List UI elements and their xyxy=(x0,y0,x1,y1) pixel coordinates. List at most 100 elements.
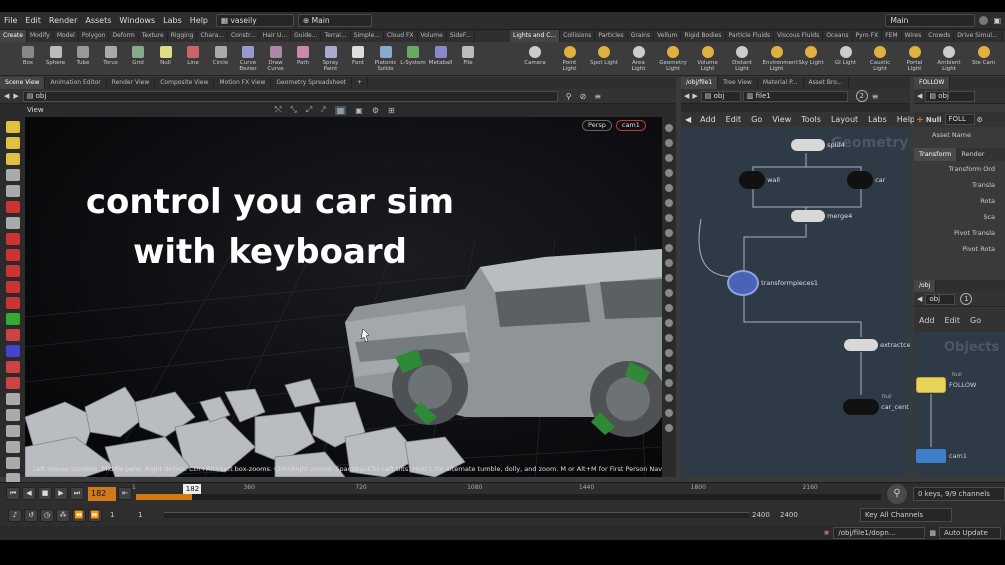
objects-menu-add[interactable]: Add xyxy=(914,316,940,325)
snapshot-icon[interactable] xyxy=(5,393,20,405)
shelf-tool-null[interactable]: Null xyxy=(152,42,180,76)
shelf-tool-environment-light[interactable]: Environment Light xyxy=(763,42,798,76)
network-menu-add[interactable]: Add xyxy=(695,115,721,124)
range-start-field[interactable]: 1 xyxy=(110,511,138,519)
viewport-camera-a-icon[interactable] xyxy=(665,124,673,132)
stop-button[interactable]: ■ xyxy=(38,487,52,500)
view-b-icon[interactable] xyxy=(5,345,20,357)
shelf-tab-cloud-fx[interactable]: Cloud FX xyxy=(384,30,418,42)
shelf-tool-curve-bezier[interactable]: Curve Bezier xyxy=(234,42,262,76)
scene-viewport[interactable]: Persp cam1 control you car sim with keyb… xyxy=(25,117,662,477)
objects-menu-edit[interactable]: Edit xyxy=(940,316,966,325)
shelf-tab-rigid-bodies[interactable]: Rigid Bodies xyxy=(681,30,726,42)
wireframe-icon[interactable]: ▣ xyxy=(355,106,363,115)
menu-help[interactable]: Help xyxy=(186,12,212,30)
shelf-tool-ambient-light[interactable]: Ambient Light xyxy=(935,42,963,76)
node-car-centroid[interactable]: car_cent xyxy=(843,399,909,415)
viewport-ghost-icon[interactable] xyxy=(665,259,673,267)
node-follow[interactable]: FOLLOW xyxy=(916,377,976,393)
network-pane-badge[interactable]: 2 xyxy=(855,90,868,102)
last-frame-button[interactable]: ⏭ xyxy=(70,487,84,500)
shelf-tool-area-light[interactable]: Area Light xyxy=(625,42,653,76)
camera-menu[interactable]: cam1 xyxy=(615,120,646,131)
tab-scene-view[interactable]: Scene View xyxy=(0,77,46,89)
shelf-tool-point-light[interactable]: Point Light xyxy=(556,42,584,76)
network-path-root[interactable]: ▤ obj xyxy=(700,90,741,102)
node-car[interactable]: car xyxy=(847,171,885,189)
network-forward-icon[interactable]: ▶ xyxy=(692,92,697,100)
shelf-tool-font[interactable]: Font xyxy=(344,42,372,76)
light-b-icon[interactable] xyxy=(5,265,20,277)
light-a-icon[interactable] xyxy=(5,249,20,261)
forward-icon[interactable]: ▶ xyxy=(13,92,18,100)
magnet-icon[interactable] xyxy=(5,233,20,245)
shelf-tool-spot-light[interactable]: Spot Light xyxy=(590,42,618,76)
shelf-tab-fem[interactable]: FEM xyxy=(882,30,902,42)
objects-network[interactable]: Objects Null FOLLOW cam1 xyxy=(914,332,1005,477)
viewport-bg-icon[interactable] xyxy=(665,244,673,252)
shelf-tool-caustic-light[interactable]: Caustic Light xyxy=(866,42,894,76)
loop-icon[interactable]: ↺ xyxy=(24,508,38,522)
shelf-tab-deform[interactable]: Deform xyxy=(109,30,139,42)
float-pane-icon[interactable]: ▣ xyxy=(993,16,1001,25)
shelf-tool-sky-light[interactable]: Sky Light xyxy=(797,42,825,76)
shelf-tool-box[interactable]: Box xyxy=(14,42,42,76)
shelf-tool-geometry-light[interactable]: Geometry Light xyxy=(659,42,687,76)
shelf-tab-simple[interactable]: Simple... xyxy=(351,30,384,42)
link-icon[interactable]: ⊘ xyxy=(580,92,587,101)
shelf-tab-rigging[interactable]: Rigging xyxy=(168,30,198,42)
camera-icon[interactable] xyxy=(5,313,20,325)
network-path-node[interactable]: ▥ file1 xyxy=(742,90,848,102)
node-merge4[interactable]: merge4 xyxy=(791,210,852,222)
shelf-tool-spray-paint[interactable]: Spray Paint xyxy=(317,42,345,76)
select-objects-icon[interactable]: ⤡ xyxy=(290,105,296,115)
step-icon[interactable]: ⇤ xyxy=(118,487,132,500)
lock-icon[interactable] xyxy=(5,217,20,229)
persp-menu[interactable]: Persp xyxy=(582,120,612,131)
network-menu-layout[interactable]: Layout xyxy=(826,115,863,124)
light-c-icon[interactable] xyxy=(5,281,20,293)
audio-icon[interactable]: ♪ xyxy=(8,508,22,522)
shelf-tool-distant-light[interactable]: Distant Light xyxy=(728,42,756,76)
shelf-tab-drive-simul[interactable]: Drive Simul... xyxy=(954,30,1002,42)
handle-icon[interactable] xyxy=(5,185,20,197)
node-transformpieces1[interactable]: transformpieces1 xyxy=(727,270,818,296)
menu-labs[interactable]: Labs xyxy=(159,12,186,30)
shelf-tool-file[interactable]: File xyxy=(454,42,482,76)
shelf-tab-constr[interactable]: Constr... xyxy=(228,30,260,42)
viewport-flip-z-icon[interactable] xyxy=(665,394,673,402)
shelf-tool-l-system[interactable]: L-System xyxy=(399,42,427,76)
shelf-tab-collisions[interactable]: Collisions xyxy=(560,30,596,42)
render-flag-icon[interactable]: ⊞ xyxy=(388,106,395,115)
shelf-tool-portal-light[interactable]: Portal Light xyxy=(901,42,929,76)
shelf-tool-circle[interactable]: Circle xyxy=(207,42,235,76)
node-cam1[interactable]: cam1 xyxy=(916,449,967,463)
viewport-flip-x-icon[interactable] xyxy=(665,364,673,372)
viewport-info-icon[interactable] xyxy=(665,409,673,417)
display-icon[interactable] xyxy=(5,425,20,437)
viewport-normals-icon[interactable] xyxy=(665,289,673,297)
shelf-tab-lights-and-c[interactable]: Lights and C... xyxy=(510,30,561,42)
menu-edit[interactable]: Edit xyxy=(21,12,45,30)
shelf-tool-line[interactable]: Line xyxy=(179,42,207,76)
menu-assets[interactable]: Assets xyxy=(81,12,115,30)
pane-menu-icon[interactable]: ≡ xyxy=(594,92,601,101)
prev-key-button[interactable]: ⏪ xyxy=(72,508,86,522)
shelf-tab-grains[interactable]: Grains xyxy=(628,30,655,42)
capture-icon[interactable] xyxy=(5,457,20,469)
param-back-icon[interactable]: ◀ xyxy=(917,92,922,100)
shelf-tool-grid[interactable]: Grid xyxy=(124,42,152,76)
viewport-camera-b-icon[interactable] xyxy=(665,139,673,147)
menu-file[interactable]: File xyxy=(0,12,21,30)
network-collapse-icon[interactable]: ◀ xyxy=(681,115,695,124)
view-c-icon[interactable] xyxy=(5,361,20,373)
shelf-tab-texture[interactable]: Texture xyxy=(139,30,168,42)
network-menu-view[interactable]: View xyxy=(767,115,796,124)
viewport-display-a-icon[interactable] xyxy=(665,199,673,207)
tab-asset-browser[interactable]: Asset Bro... xyxy=(804,77,849,89)
viewport-vector-icon[interactable] xyxy=(665,319,673,327)
menu-windows[interactable]: Windows xyxy=(115,12,159,30)
close-pane-icon[interactable] xyxy=(979,16,989,25)
range-end-field-2[interactable]: 2400 xyxy=(780,511,820,519)
objects-path-field[interactable]: obj xyxy=(925,293,956,305)
